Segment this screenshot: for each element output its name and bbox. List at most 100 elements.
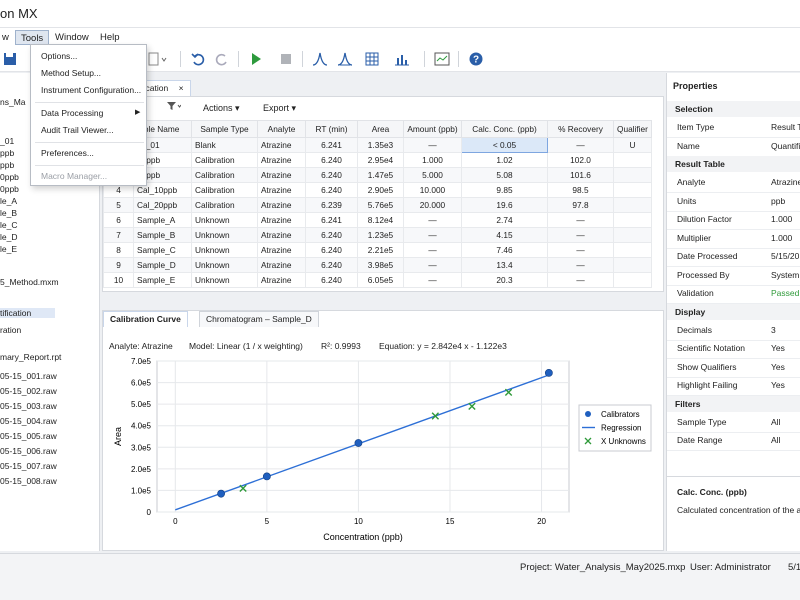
table-cell[interactable]: 6.241 xyxy=(305,137,358,153)
stop-icon[interactable] xyxy=(276,49,296,69)
sidebar-item[interactable]: 0ppb xyxy=(0,184,19,194)
table-cell[interactable]: Unknown xyxy=(191,257,258,273)
property-value[interactable]: 1.000 xyxy=(771,233,792,243)
table-cell[interactable] xyxy=(613,257,652,273)
column-header[interactable]: Sample Type xyxy=(191,120,258,138)
column-header[interactable]: % Recovery xyxy=(547,120,614,138)
property-value[interactable]: 3 xyxy=(771,325,776,335)
table-row[interactable]: 4 Cal_10ppb Calibration Atrazine 6.240 2.90e5… xyxy=(103,182,652,198)
table-cell[interactable] xyxy=(613,242,652,258)
undo-icon[interactable] xyxy=(188,49,208,69)
table-cell[interactable]: 6.240 xyxy=(305,272,358,288)
property-value[interactable]: Yes xyxy=(771,380,785,390)
table-cell[interactable]: Atrazine xyxy=(257,137,306,153)
table-cell[interactable]: 8.12e4 xyxy=(357,212,404,228)
sidebar-item[interactable]: 05-15_004.raw xyxy=(0,416,57,426)
table-cell[interactable]: Unknown xyxy=(191,272,258,288)
table-cell[interactable]: 5.08 xyxy=(461,167,548,183)
property-section-header[interactable]: Selection xyxy=(667,101,800,117)
table-cell[interactable]: — xyxy=(403,137,462,153)
property-value[interactable]: Yes xyxy=(771,343,785,353)
table-cell[interactable]: 20.000 xyxy=(403,197,462,213)
table-cell[interactable]: 6.240 xyxy=(305,242,358,258)
table-cell[interactable]: Atrazine xyxy=(257,197,306,213)
sidebar-item[interactable]: 05-15_005.raw xyxy=(0,431,57,441)
table-cell[interactable]: 19.6 xyxy=(461,197,548,213)
table-cell[interactable]: 9.85 xyxy=(461,182,548,198)
table-cell[interactable]: 6.241 xyxy=(305,212,358,228)
table-cell[interactable]: — xyxy=(547,212,614,228)
table-cell[interactable]: 5.76e5 xyxy=(357,197,404,213)
sidebar-item[interactable]: le_E xyxy=(0,244,17,254)
table-cell[interactable]: 2.74 xyxy=(461,212,548,228)
sidebar-item[interactable]: tification xyxy=(0,308,55,318)
table-row[interactable]: 6 Sample_A Unknown Atrazine 6.241 8.12e4—2.74… xyxy=(103,212,652,228)
table-cell[interactable] xyxy=(613,167,652,183)
save-icon[interactable] xyxy=(0,49,20,69)
sidebar-item[interactable]: ns_Ma xyxy=(0,97,26,107)
table-cell[interactable]: < 0.05 xyxy=(461,137,548,153)
property-value[interactable]: Quantific xyxy=(771,141,800,151)
property-section-header[interactable]: Filters xyxy=(667,395,800,412)
table-cell[interactable]: Atrazine xyxy=(257,257,306,273)
table-cell[interactable]: — xyxy=(403,257,462,273)
table-cell[interactable]: Atrazine xyxy=(257,167,306,183)
table-cell[interactable]: Atrazine xyxy=(257,152,306,168)
table-cell[interactable]: Cal_20ppb xyxy=(133,197,192,213)
sidebar-item[interactable]: ppb xyxy=(0,160,14,170)
tools-menu-item[interactable]: Options... xyxy=(41,51,77,61)
property-value[interactable]: Passed xyxy=(771,288,799,298)
sidebar-item[interactable]: le_A xyxy=(0,196,17,206)
sidebar-item[interactable]: ppb xyxy=(0,148,14,158)
table-cell[interactable]: Atrazine xyxy=(257,242,306,258)
table-cell[interactable]: U xyxy=(613,137,652,153)
table-cell[interactable]: Unknown xyxy=(191,227,258,243)
table-cell[interactable]: Calibration xyxy=(191,197,258,213)
column-header[interactable]: RT (min) xyxy=(305,120,358,138)
menu-view[interactable]: w xyxy=(0,30,14,45)
table-cell[interactable]: 1.23e5 xyxy=(357,227,404,243)
peak-icon[interactable] xyxy=(310,49,330,69)
run-icon[interactable] xyxy=(246,49,266,69)
table-row[interactable]: 7 Sample_B Unknown Atrazine 6.240 1.23e5—4.15… xyxy=(103,227,652,243)
property-value[interactable]: 5/15/20 xyxy=(771,251,799,261)
tools-menu-item[interactable]: Audit Trail Viewer... xyxy=(41,125,114,135)
sidebar-item[interactable]: ration xyxy=(0,325,21,335)
table-cell[interactable]: 10.000 xyxy=(403,182,462,198)
table-cell[interactable]: 13.4 xyxy=(461,257,548,273)
table-cell[interactable]: — xyxy=(547,272,614,288)
table-row[interactable]: 8 Sample_C Unknown Atrazine 6.240 2.21e5—7.46… xyxy=(103,242,652,258)
tools-menu-item[interactable]: Method Setup... xyxy=(41,68,101,78)
table-icon[interactable] xyxy=(362,49,382,69)
table-cell[interactable]: 97.8 xyxy=(547,197,614,213)
table-cell[interactable]: Atrazine xyxy=(257,182,306,198)
sidebar-item[interactable]: 5_Method.mxm xyxy=(0,277,59,287)
sidebar-item[interactable]: 05-15_001.raw xyxy=(0,371,57,381)
filter-button[interactable] xyxy=(163,100,185,117)
table-cell[interactable]: 6.239 xyxy=(305,197,358,213)
redo-icon[interactable] xyxy=(212,49,232,69)
column-header[interactable]: Analyte xyxy=(257,120,306,138)
table-cell[interactable]: — xyxy=(547,137,614,153)
table-cell[interactable]: Atrazine xyxy=(257,272,306,288)
property-value[interactable]: ppb xyxy=(771,196,785,206)
property-value[interactable]: All xyxy=(771,435,780,445)
sidebar-item[interactable]: le_C xyxy=(0,220,17,230)
sidebar-item[interactable]: 05-15_002.raw xyxy=(0,386,57,396)
table-cell[interactable] xyxy=(613,272,652,288)
table-cell[interactable]: 4.15 xyxy=(461,227,548,243)
property-section-header[interactable]: Display xyxy=(667,303,800,320)
tools-menu-item[interactable]: Instrument Configuration... xyxy=(41,85,141,95)
menu-tools[interactable]: Tools xyxy=(15,30,50,45)
table-cell[interactable]: 6.240 xyxy=(305,167,358,183)
table-cell[interactable]: 98.5 xyxy=(547,182,614,198)
paste-icon[interactable] xyxy=(147,49,167,69)
table-cell[interactable]: Sample_A xyxy=(133,212,192,228)
table-cell[interactable]: 20.3 xyxy=(461,272,548,288)
sidebar-item[interactable]: le_D xyxy=(0,232,17,242)
sidebar-item[interactable]: 05-15_007.raw xyxy=(0,461,57,471)
table-cell[interactable]: 6.05e5 xyxy=(357,272,404,288)
sidebar-item[interactable]: 05-15_006.raw xyxy=(0,446,57,456)
column-header[interactable]: Amount (ppb) xyxy=(403,120,462,138)
table-cell[interactable]: Atrazine xyxy=(257,227,306,243)
